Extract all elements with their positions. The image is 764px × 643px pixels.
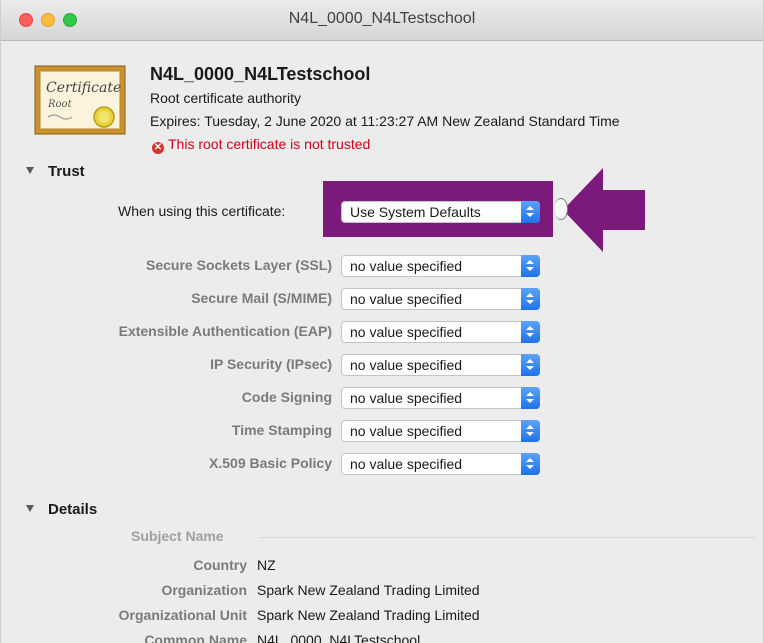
ipsec-select[interactable]: no value specified: [341, 354, 540, 376]
help-button[interactable]: [554, 198, 568, 220]
disclosure-triangle-icon: [26, 167, 34, 174]
smime-value: no value specified: [350, 291, 463, 307]
divider: [259, 537, 755, 538]
trust-warning: ✕ This root certificate is not trusted: [152, 136, 370, 154]
x509-value: no value specified: [350, 456, 463, 472]
ipsec-label: IP Security (IPsec): [210, 356, 332, 372]
content-area: Certificate Root N4L_0000_N4LTestschool …: [1, 41, 763, 643]
time-stamping-value: no value specified: [350, 423, 463, 439]
code-signing-label: Code Signing: [241, 389, 332, 405]
subject-name-heading: Subject Name: [131, 528, 224, 544]
when-using-value: Use System Defaults: [350, 204, 481, 220]
stepper-arrows-icon: [521, 321, 540, 343]
certificate-window: N4L_0000_N4LTestschool Certificate Root …: [0, 0, 764, 643]
ipsec-value: no value specified: [350, 357, 463, 373]
eap-value: no value specified: [350, 324, 463, 340]
details-section-toggle[interactable]: Details: [26, 501, 97, 518]
certificate-expiry: Expires: Tuesday, 2 June 2020 at 11:23:2…: [150, 113, 620, 129]
trust-section-toggle[interactable]: Trust: [26, 163, 85, 180]
trust-warning-text: This root certificate is not trusted: [168, 136, 371, 152]
common-name-label: Common Name: [144, 632, 247, 643]
certificate-type: Root certificate authority: [150, 90, 301, 106]
x509-label: X.509 Basic Policy: [209, 455, 332, 471]
common-name-value: N4L_0000_N4LTestschool: [257, 632, 421, 643]
certificate-icon: Certificate Root: [34, 65, 126, 135]
time-stamping-select[interactable]: no value specified: [341, 420, 540, 442]
stepper-arrows-icon: [521, 354, 540, 376]
x509-select[interactable]: no value specified: [341, 453, 540, 475]
country-label: Country: [193, 557, 247, 573]
stepper-arrows-icon: [521, 420, 540, 442]
stepper-arrows-icon: [521, 255, 540, 277]
time-stamping-label: Time Stamping: [231, 422, 332, 438]
stepper-arrows-icon: [521, 453, 540, 475]
code-signing-select[interactable]: no value specified: [341, 387, 540, 409]
organization-label: Organization: [161, 582, 247, 598]
when-using-label: When using this certificate:: [118, 203, 286, 219]
disclosure-triangle-icon: [26, 505, 34, 512]
details-heading: Details: [48, 501, 98, 518]
country-value: NZ: [257, 557, 276, 573]
stepper-arrows-icon: [521, 288, 540, 310]
certificate-icon-title: Certificate: [46, 80, 121, 96]
code-signing-value: no value specified: [350, 390, 463, 406]
ssl-value: no value specified: [350, 258, 463, 274]
eap-label: Extensible Authentication (EAP): [118, 323, 332, 339]
trust-heading: Trust: [48, 163, 85, 180]
stepper-arrows-icon: [521, 201, 540, 223]
smime-select[interactable]: no value specified: [341, 288, 540, 310]
smime-label: Secure Mail (S/MIME): [191, 290, 332, 306]
ssl-label: Secure Sockets Layer (SSL): [146, 257, 332, 273]
certificate-name: N4L_0000_N4LTestschool: [150, 64, 371, 84]
certificate-icon-subtitle: Root: [47, 99, 73, 110]
ssl-select[interactable]: no value specified: [341, 255, 540, 277]
window-title: N4L_0000_N4LTestschool: [288, 10, 476, 27]
organizational-unit-value: Spark New Zealand Trading Limited: [257, 607, 480, 623]
organization-value: Spark New Zealand Trading Limited: [257, 582, 480, 598]
organizational-unit-label: Organizational Unit: [118, 607, 247, 623]
annotation-arrow-icon: [563, 168, 645, 252]
stepper-arrows-icon: [521, 387, 540, 409]
x-circle-icon: ✕: [152, 142, 164, 154]
title-bar[interactable]: N4L_0000_N4LTestschool: [1, 0, 763, 41]
eap-select[interactable]: no value specified: [341, 321, 540, 343]
when-using-select[interactable]: Use System Defaults: [341, 201, 540, 223]
